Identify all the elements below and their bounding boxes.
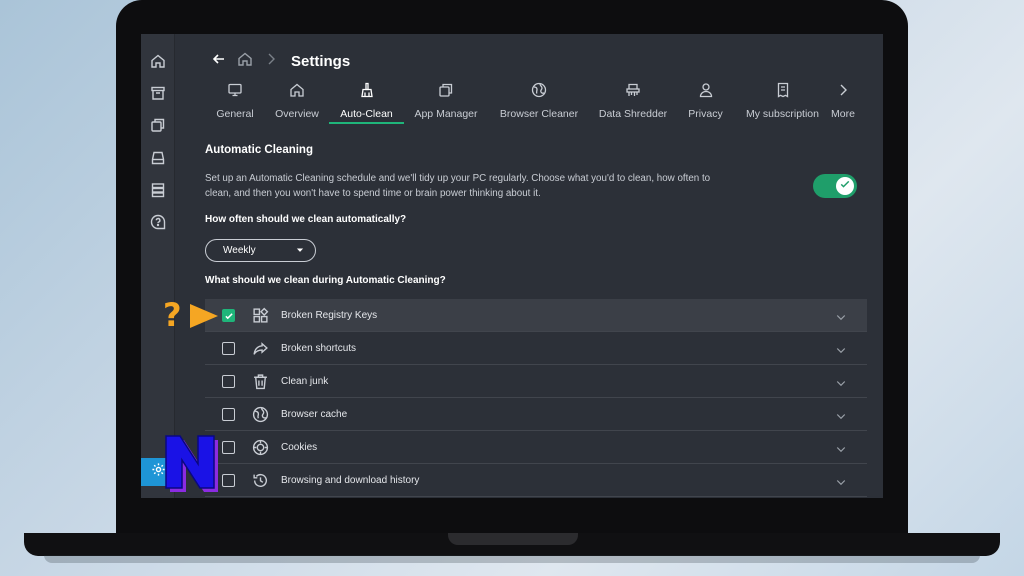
tab-app-manager[interactable]: App Manager <box>414 80 478 124</box>
archive-icon[interactable] <box>149 84 167 102</box>
chevron-down-icon[interactable] <box>835 310 847 322</box>
chevron-down-icon[interactable] <box>835 475 847 487</box>
list-item[interactable]: Broken Registry Keys <box>205 299 867 332</box>
trash-icon <box>252 373 269 390</box>
chevron-right-icon <box>263 51 279 72</box>
section-description: Set up an Automatic Cleaning schedule an… <box>205 173 711 199</box>
tab-my-subscription[interactable]: My subscription <box>745 80 820 124</box>
drive-icon[interactable] <box>149 149 167 167</box>
tab-browser-cleaner[interactable]: Browser Cleaner <box>500 80 578 124</box>
page-title: Settings <box>291 52 351 70</box>
tab-data-shredder[interactable]: Data Shredder <box>599 80 667 124</box>
history-icon <box>252 472 269 489</box>
list-item[interactable]: Browser cache <box>205 398 867 431</box>
globe-icon <box>252 406 269 423</box>
section-title: Automatic Cleaning <box>205 144 313 156</box>
shortcut-arrow-icon <box>252 340 269 357</box>
home-icon[interactable] <box>237 51 253 72</box>
item-label: Broken Registry Keys <box>281 309 378 321</box>
n-logo-icon <box>165 435 218 492</box>
chevron-right-icon <box>835 80 851 103</box>
item-label: Cookies <box>281 441 318 453</box>
item-label: Clean junk <box>281 375 329 387</box>
help-icon[interactable] <box>149 213 167 231</box>
laptop-shadow <box>44 555 980 563</box>
monitor-icon <box>227 80 243 103</box>
items-question: What should we clean during Automatic Cl… <box>205 275 446 286</box>
list-item[interactable]: Cookies <box>205 431 867 464</box>
chevron-down-icon[interactable] <box>835 442 847 454</box>
top-bar: Settings <box>211 50 350 72</box>
back-arrow-icon[interactable] <box>211 51 227 72</box>
auto-clean-toggle[interactable] <box>813 174 857 198</box>
cookie-icon <box>252 439 269 456</box>
checkbox[interactable] <box>222 342 235 355</box>
laptop-notch <box>448 533 578 545</box>
list-item[interactable]: Clean junk <box>205 365 867 398</box>
chevron-down-icon <box>295 242 305 260</box>
app-window: Settings General Overview Auto-Clean App… <box>141 34 883 498</box>
checkbox[interactable] <box>222 441 235 454</box>
checkmark-icon <box>839 177 851 195</box>
frequency-question: How often should we clean automatically? <box>205 214 407 225</box>
grid-icon <box>252 307 269 324</box>
globe-icon <box>531 80 547 103</box>
sidebar <box>141 34 175 498</box>
active-tab-indicator <box>329 122 404 124</box>
checkbox[interactable] <box>222 408 235 421</box>
home-icon <box>289 80 305 103</box>
item-label: Browser cache <box>281 408 348 420</box>
list-item[interactable]: Broken shortcuts <box>205 332 867 365</box>
list-item[interactable]: Browsing and download history <box>205 464 867 497</box>
chevron-down-icon[interactable] <box>835 376 847 388</box>
item-label: Browsing and download history <box>281 474 420 486</box>
toggle-knob <box>836 177 854 195</box>
list-icon[interactable] <box>149 181 167 199</box>
app-manager-icon <box>438 80 454 103</box>
windows-stack-icon[interactable] <box>149 116 167 134</box>
tab-more[interactable]: More <box>829 80 857 124</box>
tab-auto-clean[interactable]: Auto-Clean <box>329 80 404 124</box>
pointer-arrow-icon <box>190 304 218 328</box>
tab-general[interactable]: General <box>216 80 254 124</box>
tab-bar: General Overview Auto-Clean App Manager … <box>175 80 883 124</box>
question-mark-overlay: ? <box>163 296 182 334</box>
chevron-down-icon[interactable] <box>835 343 847 355</box>
tab-overview[interactable]: Overview <box>274 80 320 124</box>
tab-privacy[interactable]: Privacy <box>688 80 723 124</box>
broom-icon <box>359 80 375 103</box>
frequency-dropdown[interactable]: Weekly <box>205 239 316 262</box>
clean-items-list: Broken Registry Keys Broken shortcuts Cl… <box>205 299 867 497</box>
frequency-value: Weekly <box>223 245 256 256</box>
checkbox[interactable] <box>222 474 235 487</box>
main-content: Settings General Overview Auto-Clean App… <box>175 34 883 498</box>
home-icon[interactable] <box>149 52 167 70</box>
user-icon <box>698 80 714 103</box>
receipt-icon <box>775 80 791 103</box>
shredder-icon <box>625 80 641 103</box>
checkbox[interactable] <box>222 375 235 388</box>
item-label: Broken shortcuts <box>281 342 357 354</box>
checkbox[interactable] <box>222 309 235 322</box>
chevron-down-icon[interactable] <box>835 409 847 421</box>
